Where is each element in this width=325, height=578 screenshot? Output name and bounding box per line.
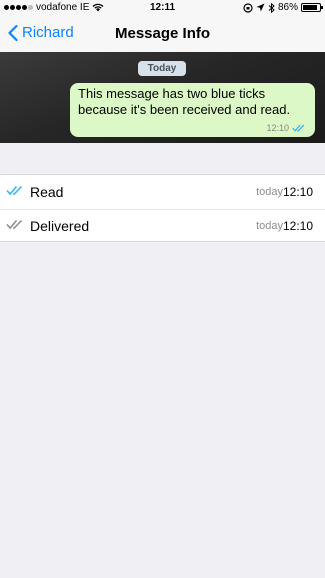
row-day: today [256,220,283,232]
page-title: Message Info [114,25,211,42]
bluetooth-icon [268,2,275,13]
battery-level [303,5,317,10]
battery-icon [301,3,323,12]
battery-percent: 86% [277,2,298,13]
row-time: 12:10 [282,185,313,199]
row-label: Read [30,184,64,200]
date-badge: Today [138,61,186,76]
row-time: 12:10 [282,219,313,233]
row-label: Delivered [30,218,90,234]
message-time: 12:10 [266,123,289,133]
status-bar: vodafone IE 12:11 86% [0,0,325,14]
delivered-double-tick-icon [6,219,23,230]
message-text: This message has two blue ticks because … [78,86,291,117]
status-right: 86% [243,2,323,13]
double-tick-icon [292,124,305,132]
message-info-list: Read today 12:10 Delivered today 12:10 [0,174,325,242]
navigation-bar: Richard Message Info [0,14,325,52]
rotation-lock-icon [243,2,253,13]
message-meta: 12:10 [266,123,306,133]
read-double-tick-icon [6,185,23,196]
message-bubble[interactable]: This message has two blue ticks because … [70,83,315,137]
section-spacer [0,143,325,174]
location-arrow-icon [256,3,265,12]
row-day: today [256,186,283,198]
info-row-delivered: Delivered today 12:10 [0,209,325,243]
info-row-read: Read today 12:10 [0,175,325,209]
chat-preview: Today This message has two blue ticks be… [0,52,325,143]
